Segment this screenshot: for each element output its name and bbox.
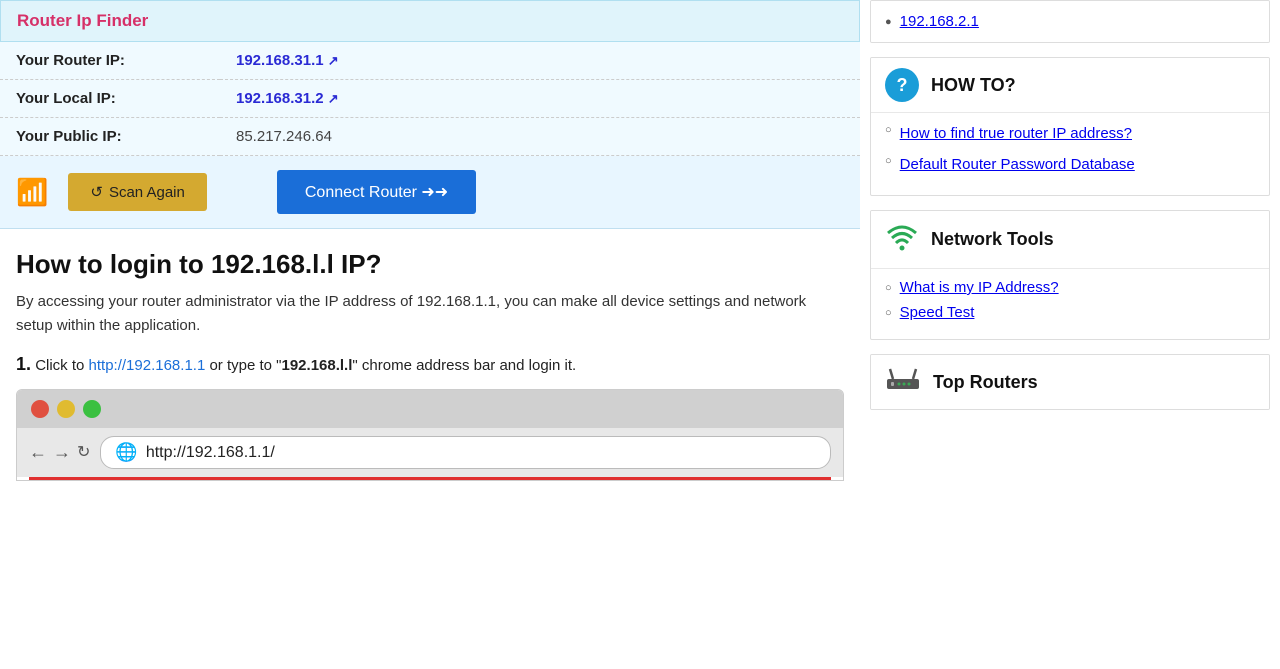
howto-link-item-1: ○ How to find true router IP address? (885, 123, 1255, 144)
prev-ip-list: ● 192.168.2.1 (871, 1, 1269, 42)
public-ip-value: 85.217.246.64 (220, 118, 860, 156)
howto-link-1[interactable]: How to find true router IP address? (900, 123, 1132, 144)
nettools-link-item-1: ○ What is my IP Address? (885, 279, 1255, 296)
nettools-link-2[interactable]: Speed Test (900, 304, 975, 321)
toprouters-card: Top Routers (870, 354, 1270, 410)
prev-ip-link[interactable]: 192.168.2.1 (900, 13, 979, 30)
browser-dot-yellow (57, 400, 75, 418)
nettools-link-item-2: ○ Speed Test (885, 304, 1255, 321)
howto-link-item-2: ○ Default Router Password Database (885, 154, 1255, 175)
howto-link-1-text: How to find true router IP address? (900, 125, 1132, 142)
url-bar[interactable]: 🌐 http://192.168.1.1/ (100, 436, 831, 469)
scan-again-label: Scan Again (109, 184, 185, 201)
browser-mockup: ← → ↻ 🌐 http://192.168.1.1/ (16, 389, 844, 481)
step-1-bold: 192.168.l.l (282, 357, 353, 374)
howto-links: ○ How to find true router IP address? ○ … (871, 113, 1269, 195)
scan-refresh-icon: ↺ (90, 183, 103, 201)
article-description: By accessing your router administrator v… (16, 290, 844, 338)
nettools-bullet-2: ○ (885, 307, 892, 319)
howto-header: ? HOW TO? (871, 58, 1269, 113)
prev-ip-item: ● 192.168.2.1 (885, 9, 1255, 34)
local-ip-label: Your Local IP: (0, 80, 220, 118)
router-ip-link[interactable]: 192.168.31.1 ↗ (236, 52, 339, 69)
article-heading: How to login to 192.168.l.l IP? (16, 249, 844, 280)
howto-bullet-2: ○ (885, 154, 892, 169)
nettools-links: ○ What is my IP Address? ○ Speed Test (871, 269, 1269, 339)
router-ip-row: Your Router IP: 192.168.31.1 ↗ (0, 42, 860, 80)
article-section: How to login to 192.168.l.l IP? By acces… (0, 229, 860, 491)
wifi-icon: 📶 (16, 177, 48, 208)
howto-link-2[interactable]: Default Router Password Database (900, 154, 1135, 175)
url-text: http://192.168.1.1/ (146, 444, 275, 462)
howto-icon-char: ? (897, 75, 908, 96)
scan-again-button[interactable]: ↺ Scan Again (68, 173, 206, 211)
howto-card: ? HOW TO? ○ How to find true router IP a… (870, 57, 1270, 196)
browser-dot-green (83, 400, 101, 418)
browser-dot-red (31, 400, 49, 418)
url-underline (29, 477, 831, 480)
prev-ip-value: 192.168.2.1 (900, 13, 979, 30)
howto-question-icon: ? (885, 68, 919, 102)
step-1-link[interactable]: http://192.168.1.1 (89, 357, 206, 374)
step-1-link-text: http://192.168.1.1 (89, 357, 206, 374)
connect-router-button[interactable]: Connect Router ➜➜ (277, 170, 476, 214)
back-arrow[interactable]: ← (29, 442, 47, 463)
router-header: Router Ip Finder (0, 0, 860, 42)
connect-router-label: Connect Router ➜➜ (305, 182, 448, 202)
browser-urlbar-row: ← → ↻ 🌐 http://192.168.1.1/ (17, 428, 843, 477)
router-ip-label: Your Router IP: (0, 42, 220, 80)
bullet-icon: ● (885, 16, 892, 28)
local-ip-value: 192.168.31.2 (236, 90, 324, 107)
ip-info-table: Your Router IP: 192.168.31.1 ↗ Your Loca… (0, 42, 860, 156)
nettools-link-1[interactable]: What is my IP Address? (900, 279, 1059, 296)
wifi-sidebar-icon (885, 221, 919, 258)
refresh-icon[interactable]: ↻ (77, 442, 90, 463)
prev-ip-card: ● 192.168.2.1 (870, 0, 1270, 43)
toprouters-header: Top Routers (871, 355, 1269, 409)
router-header-title: Router Ip Finder (17, 11, 148, 30)
action-row: 📶 ↺ Scan Again Connect Router ➜➜ (0, 156, 860, 229)
local-ip-arrow: ↗ (328, 91, 339, 106)
step-1-number: 1. (16, 354, 31, 374)
toprouters-title: Top Routers (933, 372, 1038, 393)
nettools-header: Network Tools (871, 211, 1269, 269)
howto-title: HOW TO? (931, 75, 1016, 96)
router-ip-value: 192.168.31.1 (236, 52, 324, 69)
browser-titlebar (17, 390, 843, 428)
howto-bullet-1: ○ (885, 123, 892, 138)
local-ip-link[interactable]: 192.168.31.2 ↗ (236, 90, 339, 107)
main-column: Router Ip Finder Your Router IP: 192.168… (0, 0, 860, 669)
right-sidebar: ● 192.168.2.1 ? HOW TO? ○ How to find tr… (860, 0, 1280, 669)
step-1: 1. Click to http://192.168.1.1 or type t… (16, 354, 844, 375)
step-1-suffix: or type to " (205, 357, 281, 374)
nettools-card: Network Tools ○ What is my IP Address? ○… (870, 210, 1270, 340)
router-icon (885, 365, 921, 399)
step-1-end: " chrome address bar and login it. (352, 357, 576, 374)
public-ip-label: Your Public IP: (0, 118, 220, 156)
globe-icon: 🌐 (115, 442, 137, 463)
public-ip-row: Your Public IP: 85.217.246.64 (0, 118, 860, 156)
local-ip-row: Your Local IP: 192.168.31.2 ↗ (0, 80, 860, 118)
forward-arrow[interactable]: → (53, 442, 71, 463)
nettools-link-1-text: What is my IP Address? (900, 279, 1059, 296)
nettools-title: Network Tools (931, 229, 1054, 250)
nettools-link-2-text: Speed Test (900, 304, 975, 321)
howto-link-2-text: Default Router Password Database (900, 156, 1135, 173)
browser-nav-arrows: ← → ↻ (29, 442, 90, 463)
router-ip-arrow: ↗ (328, 53, 339, 68)
step-1-prefix: Click to (35, 357, 88, 374)
nettools-bullet-1: ○ (885, 282, 892, 294)
